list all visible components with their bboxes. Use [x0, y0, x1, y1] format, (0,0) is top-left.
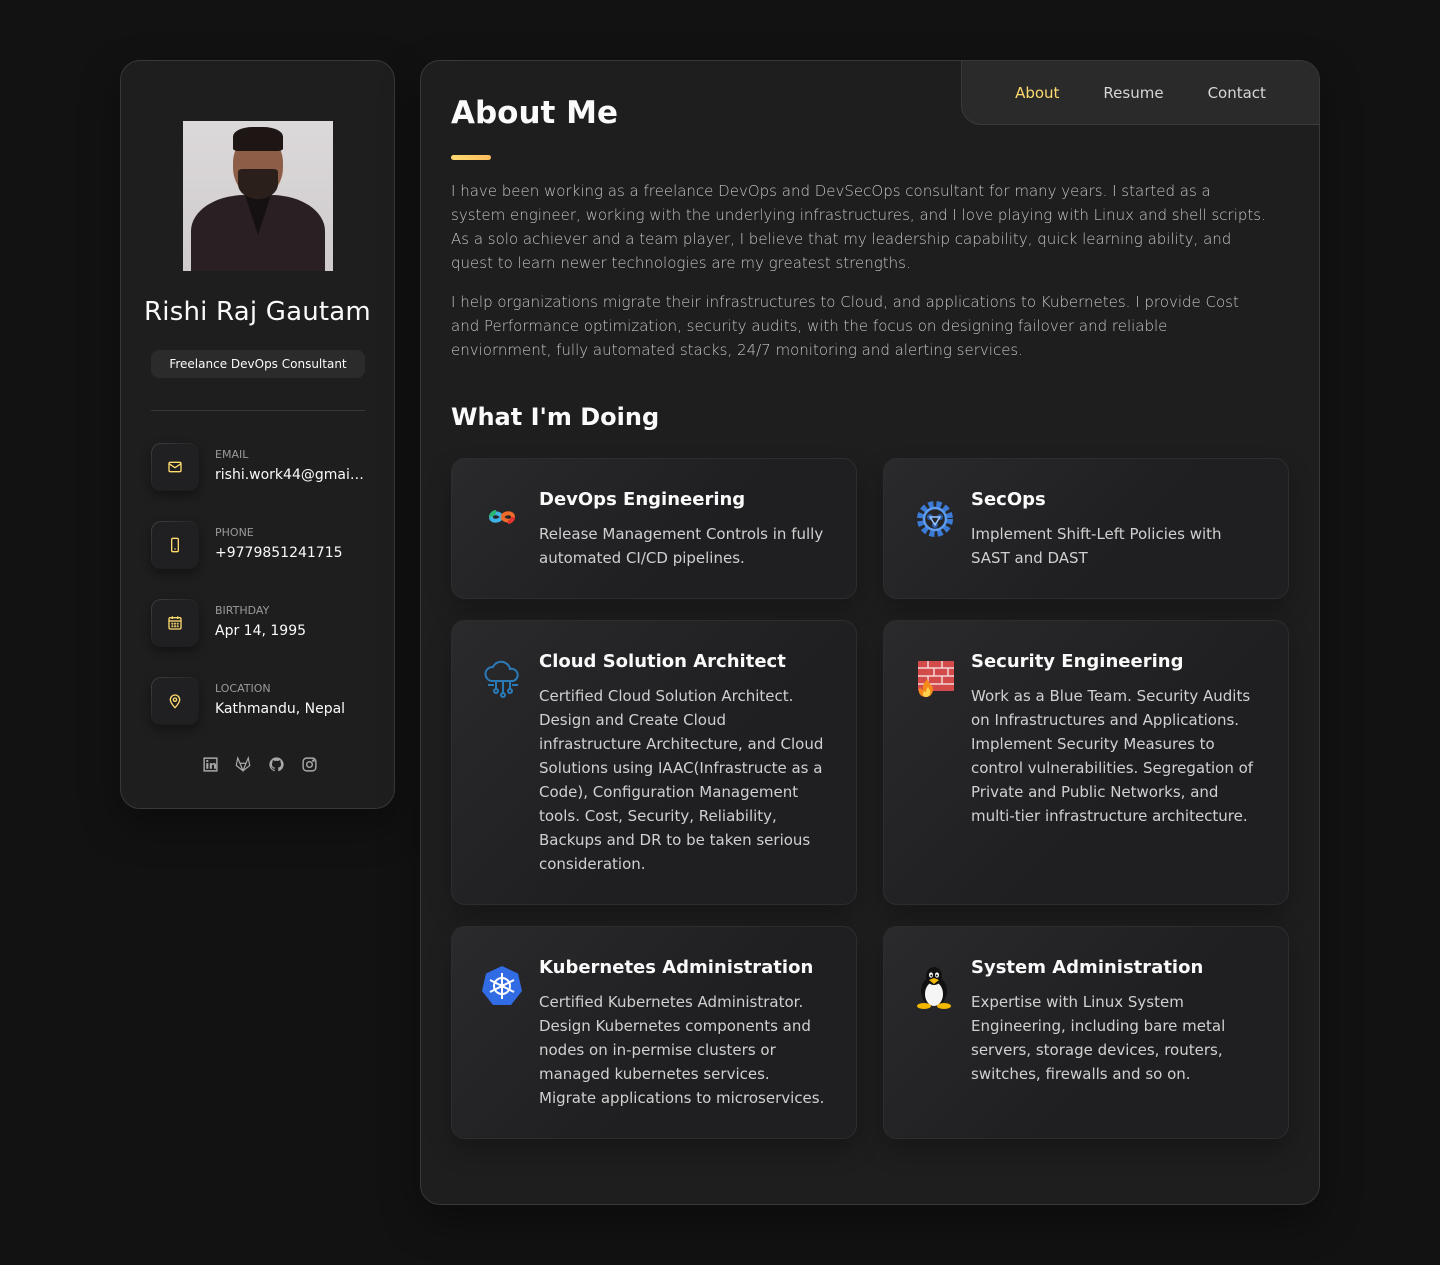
instagram-icon[interactable] [300, 755, 318, 773]
contact-label: Phone [215, 526, 254, 539]
contact-label: Birthday [215, 604, 270, 617]
page-title: About Me [451, 95, 619, 131]
title-underline [451, 155, 491, 160]
avatar [183, 121, 333, 271]
service-title: System Administration [971, 957, 1204, 978]
cloud-network-icon [482, 659, 522, 699]
service-card: DevOps Engineering Release Management Co… [451, 458, 857, 599]
contact-value: Apr 14, 1995 [215, 623, 307, 639]
devops-loop-icon [482, 497, 522, 537]
profile-sidebar: Rishi Raj Gautam Freelance DevOps Consul… [120, 60, 395, 809]
service-text: Expertise with Linux System Engineering,… [971, 993, 1226, 1083]
gitlab-icon[interactable] [234, 755, 252, 773]
service-text: Certified Cloud Solution Architect. Desi… [539, 687, 824, 873]
service-card: System Administration Expertise with Lin… [883, 926, 1289, 1139]
service-text: Release Management Controls in fully aut… [539, 525, 824, 567]
separator [151, 410, 365, 411]
linkedin-icon[interactable] [201, 755, 219, 773]
about-paragraph: I have been working as a freelance DevOp… [451, 182, 1266, 272]
service-text: Certified Kubernetes Administrator. Desi… [539, 993, 825, 1107]
contact-value[interactable]: rishi.work44@gmail.com [215, 467, 365, 483]
service-title: Kubernetes Administration [539, 957, 814, 978]
contact-email[interactable]: Email rishi.work44@gmail.com [151, 443, 371, 491]
nav-resume[interactable]: Resume [1103, 84, 1163, 102]
contact-label: Location [215, 682, 271, 695]
service-text: Implement Shift-Left Policies with SAST … [971, 525, 1222, 567]
contact-value: Kathmandu, Nepal [215, 701, 346, 717]
about-paragraph: I help organizations migrate their infra… [451, 293, 1239, 359]
firewall-icon [914, 659, 954, 699]
nav-about[interactable]: About [1015, 84, 1059, 102]
phone-icon [151, 521, 199, 569]
service-title: DevOps Engineering [539, 489, 746, 510]
service-card: Kubernetes Administration Certified Kube… [451, 926, 857, 1139]
service-text: Work as a Blue Team. Security Audits on … [971, 687, 1254, 825]
github-icon[interactable] [267, 755, 285, 773]
linux-tux-icon [914, 965, 954, 1009]
nav-contact[interactable]: Contact [1208, 84, 1266, 102]
navbar: About Resume Contact [961, 61, 1319, 125]
service-title: Security Engineering [971, 651, 1184, 672]
kubernetes-icon [482, 965, 522, 1005]
service-title: Cloud Solution Architect [539, 651, 786, 672]
service-card: SecOps Implement Shift-Left Policies wit… [883, 458, 1289, 599]
calendar-icon [151, 599, 199, 647]
mail-icon [151, 443, 199, 491]
secops-gear-icon [914, 497, 954, 537]
service-title: SecOps [971, 489, 1046, 510]
contact-birthday: Birthday Apr 14, 1995 [151, 599, 371, 647]
profile-name: Rishi Raj Gautam [144, 297, 371, 327]
location-pin-icon [151, 677, 199, 725]
contact-location: Location Kathmandu, Nepal [151, 677, 371, 725]
profile-title-badge: Freelance DevOps Consultant [151, 350, 365, 378]
social-links [201, 755, 318, 773]
contact-value[interactable]: +9779851241715 [215, 545, 365, 561]
service-card: Security Engineering Work as a Blue Team… [883, 620, 1289, 905]
contact-label: Email [215, 448, 249, 461]
contact-phone[interactable]: Phone +9779851241715 [151, 521, 371, 569]
main-content: About Resume Contact About Me I have bee… [420, 60, 1320, 1205]
service-card: Cloud Solution Architect Certified Cloud… [451, 620, 857, 905]
services-heading: What I'm Doing [451, 403, 660, 431]
